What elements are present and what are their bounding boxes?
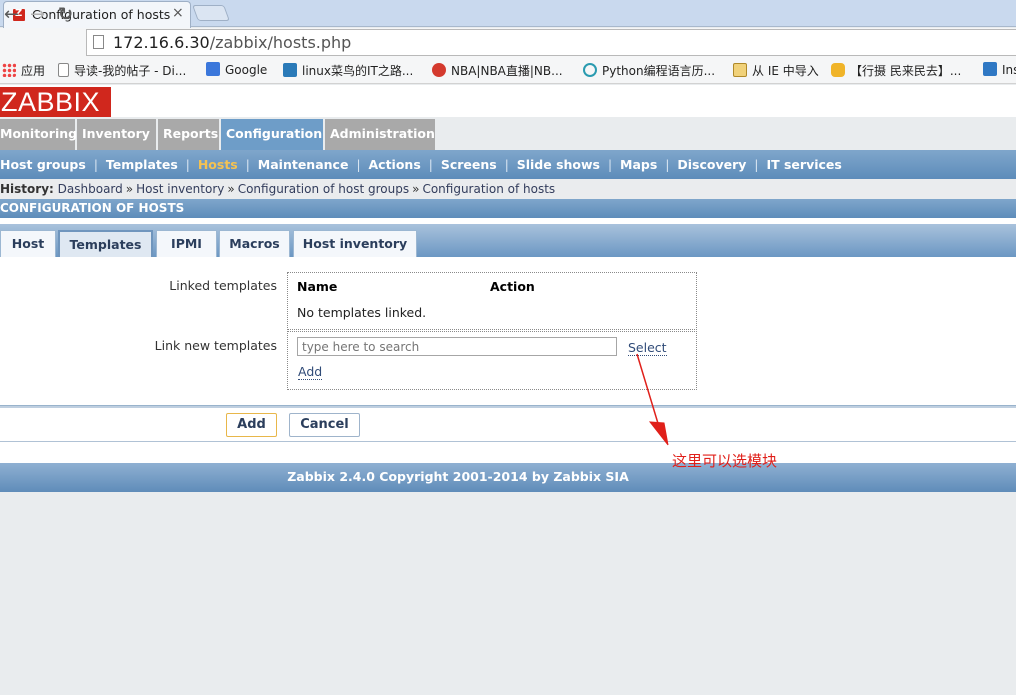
weibo-icon (432, 63, 446, 77)
bookmark-google[interactable]: Google (206, 62, 267, 77)
zabbix-page: ZABBIX Monitoring Inventory Reports Conf… (0, 85, 1016, 695)
hand-icon (831, 63, 845, 77)
annotation-text: 这里可以选模块 (672, 452, 778, 470)
reload-icon[interactable]: ↻ (58, 4, 73, 25)
forward-arrow-icon[interactable]: → (30, 4, 45, 25)
address-bar[interactable]: 172.16.6.30/zabbix/hosts.php (86, 29, 1016, 56)
blog-icon (283, 63, 297, 77)
browser-tab-title: Configuration of hosts (32, 7, 171, 22)
bookmark-apps[interactable]: 应用 (2, 62, 45, 79)
google-icon (206, 62, 220, 76)
bookmark-item[interactable]: Python编程语言历... (583, 62, 715, 79)
page-icon (93, 35, 104, 49)
new-tab-button[interactable] (192, 5, 230, 21)
bookmark-item[interactable]: 导读-我的帖子 - Di... (58, 62, 186, 79)
annotation-arrow (636, 353, 669, 446)
address-url: 172.16.6.30/zabbix/hosts.php (113, 33, 352, 52)
page-icon (58, 63, 69, 77)
home-icon (983, 62, 997, 76)
bookmark-item[interactable]: 【行摄 民来民去】... (831, 62, 961, 79)
back-arrow-icon[interactable]: ← (4, 4, 19, 25)
play-icon (583, 63, 597, 77)
bookmark-item[interactable]: linux菜鸟的IT之路... (283, 62, 413, 79)
bookmark-item[interactable]: Ins (983, 62, 1016, 77)
close-tab-icon[interactable]: × (172, 5, 184, 21)
folder-icon (733, 63, 747, 77)
bookmark-folder[interactable]: 从 IE 中导入 (733, 62, 819, 79)
bookmark-item[interactable]: NBA|NBA直播|NB... (432, 62, 563, 79)
apps-icon (2, 63, 16, 77)
bookmarks-bar: 应用 导读-我的帖子 - Di... Google linux菜鸟的IT之路..… (0, 58, 1016, 84)
